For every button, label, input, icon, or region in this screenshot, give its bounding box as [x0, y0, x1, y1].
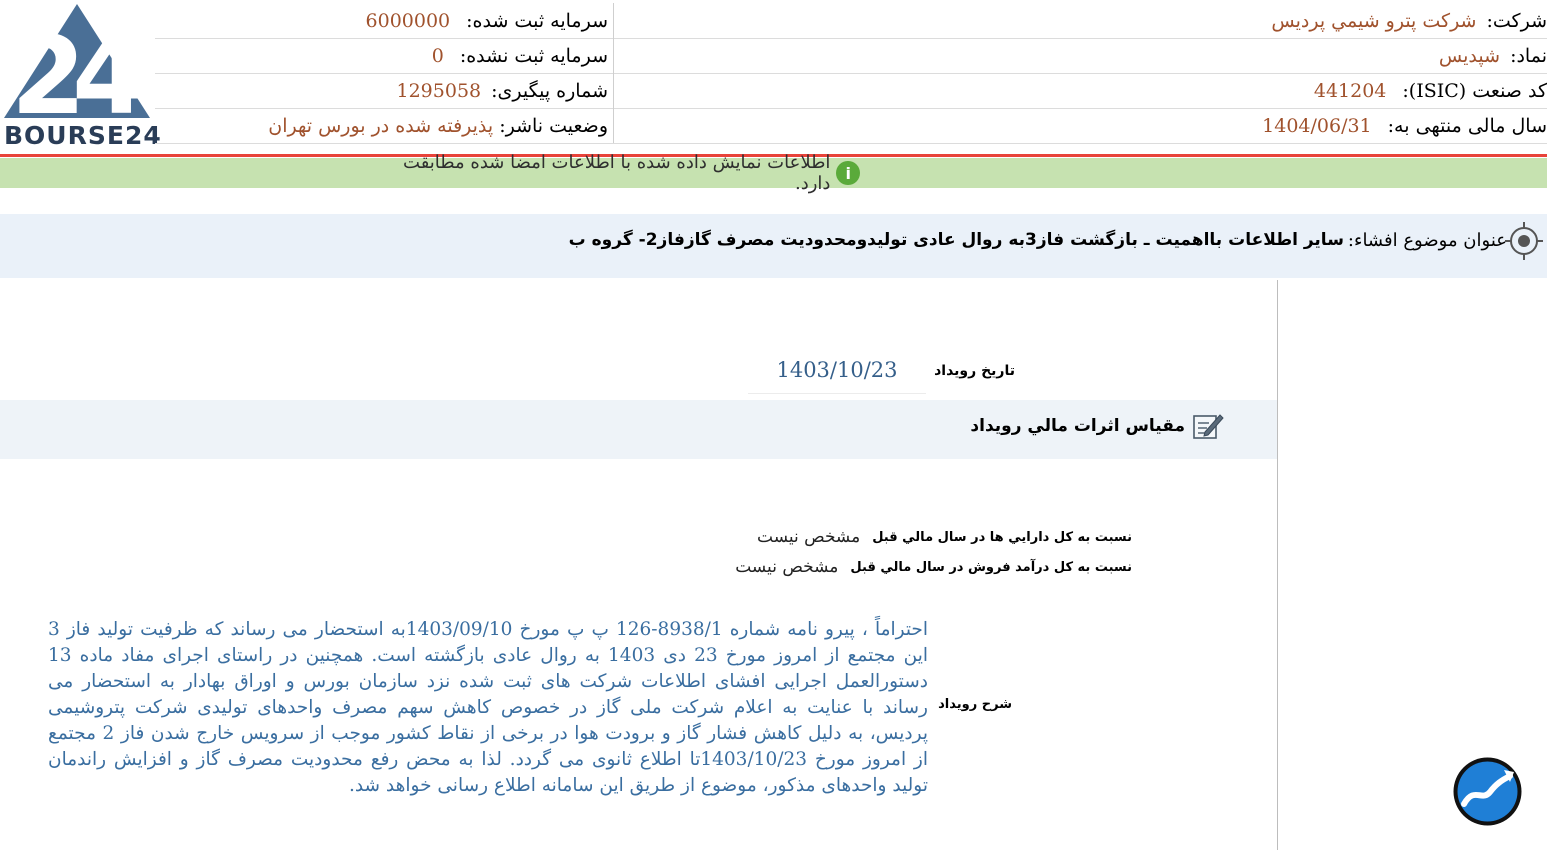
ratio-assets-row: نسبت به کل دارايي ها در سال مالي قبل مشخ…	[757, 524, 1132, 550]
registered-capital-row: سرمایه ثبت شده: 6000000	[366, 3, 608, 38]
event-date-label: تاريخ رويداد	[934, 363, 1015, 379]
financial-impact-section: مقياس اثرات مالي رويداد	[970, 400, 1225, 452]
tracking-number-row: شماره پیگیری: 1295058	[397, 73, 609, 108]
isic-label: کد صنعت (ISIC):	[1402, 79, 1547, 102]
unregistered-capital-label: سرمایه ثبت نشده:	[459, 44, 608, 67]
fiscal-year-row: سال مالی منتهی به: 1404/06/31	[1262, 108, 1547, 143]
registered-capital-value: 6000000	[365, 9, 451, 32]
disclosure-topic-label: عنوان موضوع افشاء:	[1347, 229, 1507, 251]
unregistered-capital-row: سرمایه ثبت نشده: 0	[432, 38, 608, 73]
ratio-assets-label: نسبت به کل دارايي ها در سال مالي قبل	[872, 529, 1132, 545]
info-icon: i	[836, 161, 860, 185]
header-column-divider	[613, 3, 614, 143]
company-name-label: شرکت:	[1486, 9, 1547, 32]
verification-notice: اطلاعات نمایش داده شده با اطلاعات امضا ش…	[370, 152, 860, 194]
publisher-status-row: وضعیت ناشر: پذیرفته شده در بورس تهران	[268, 108, 608, 143]
ratio-revenue-row: نسبت به کل درآمد فروش در سال مالي قبل مش…	[735, 554, 1132, 580]
disclosure-topic: عنوان موضوع افشاء: سایر اطلاعات بااهمیت …	[569, 214, 1507, 266]
ratio-revenue-value: مشخص نيست	[735, 557, 839, 577]
chart-trend-icon[interactable]	[1452, 756, 1523, 827]
tracking-number-value: 1295058	[396, 79, 482, 102]
symbol-label: نماد:	[1510, 44, 1547, 67]
event-date-value: 1403/10/23	[748, 355, 926, 394]
fiscal-year-label: سال مالی منتهی به:	[1387, 114, 1547, 137]
event-description-label: شرح رويداد	[938, 697, 1012, 712]
symbol-row: نماد: شپدیس	[1439, 38, 1547, 73]
financial-impact-title: مقياس اثرات مالي رويداد	[970, 416, 1185, 436]
tracking-number-label: شماره پیگیری:	[491, 79, 608, 102]
header-row-divider	[155, 38, 1547, 39]
header-row-divider	[155, 143, 1547, 144]
isic-row: کد صنعت (ISIC): 441204	[1314, 73, 1547, 108]
verification-notice-text: اطلاعات نمایش داده شده با اطلاعات امضا ش…	[403, 152, 831, 194]
symbol-value: شپدیس	[1438, 44, 1501, 67]
company-name-row: شرکت: شرکت پترو شیمي پرديس	[1271, 3, 1547, 38]
target-icon	[1505, 222, 1543, 260]
unregistered-capital-value: 0	[431, 44, 444, 67]
content-divider	[1277, 280, 1278, 850]
isic-value: 441204	[1313, 79, 1387, 102]
logo-text: BOURSE24	[4, 121, 162, 150]
ratio-revenue-label: نسبت به کل درآمد فروش در سال مالي قبل	[850, 559, 1132, 575]
edit-icon	[1193, 414, 1224, 439]
event-description: احتراماً ، پیرو نامه شماره 8938/1-126 پ …	[48, 619, 929, 796]
company-name-value: شرکت پترو شیمي پرديس	[1271, 9, 1477, 32]
disclosure-topic-value: سایر اطلاعات بااهمیت ـ بازگشت فاز3به روا…	[568, 230, 1344, 250]
registered-capital-label: سرمایه ثبت شده:	[466, 9, 608, 32]
publisher-status-label: وضعیت ناشر:	[499, 114, 608, 137]
fiscal-year-value: 1404/06/31	[1262, 114, 1372, 137]
publisher-status-value: پذیرفته شده در بورس تهران	[268, 114, 494, 137]
ratio-assets-value: مشخص نيست	[757, 527, 861, 547]
